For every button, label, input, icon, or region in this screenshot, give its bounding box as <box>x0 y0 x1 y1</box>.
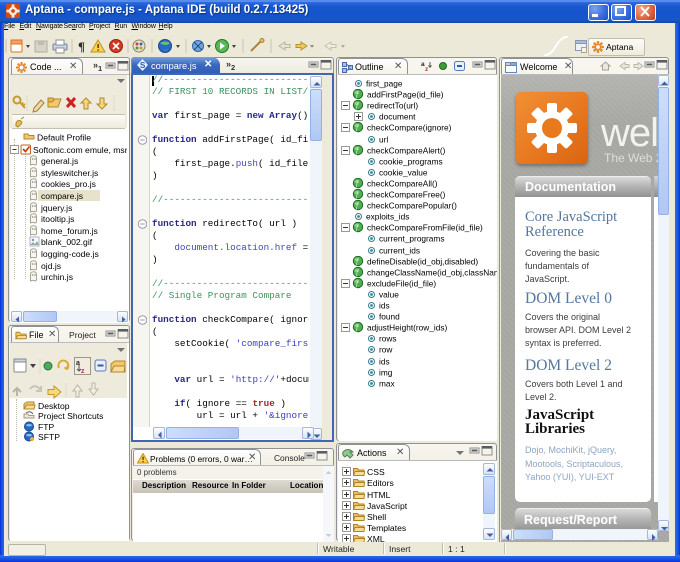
svg-text:urchin.js: urchin.js <box>41 272 73 282</box>
svg-text:Softonic.com emule, msn n: Softonic.com emule, msn n <box>33 145 127 155</box>
svg-text:checkCompareFree(): checkCompareFree() <box>367 190 446 200</box>
svg-text:JavaScript: JavaScript <box>367 501 408 511</box>
svg-text:checkCompare(ignore): checkCompare(ignore) <box>367 123 452 133</box>
svg-text:home_forum.js: home_forum.js <box>41 226 98 236</box>
svg-text:SFTP: SFTP <box>38 432 60 442</box>
svg-text:value: value <box>379 289 399 299</box>
svg-text:Shell: Shell <box>367 512 386 522</box>
svg-text:checkCompareAll(): checkCompareAll() <box>367 178 438 188</box>
svg-text:checkCompareAlert(): checkCompareAlert() <box>367 145 446 155</box>
svg-text:z: z <box>425 66 429 72</box>
svg-text:itooltip.js: itooltip.js <box>41 214 74 224</box>
svg-text:checkComparePopular(): checkComparePopular() <box>367 201 457 211</box>
svg-text:document: document <box>379 112 416 122</box>
svg-text:cookie_value: cookie_value <box>379 167 428 177</box>
svg-text:Default Profile: Default Profile <box>37 133 91 143</box>
svg-text:max: max <box>379 378 396 388</box>
svg-text:logging-code.js: logging-code.js <box>41 249 99 259</box>
svg-text:found: found <box>379 312 400 322</box>
svg-text:redirectTo(url): redirectTo(url) <box>367 101 418 111</box>
svg-text:excludeFile(id_file): excludeFile(id_file) <box>367 278 436 288</box>
svg-text:compare.js: compare.js <box>41 191 83 201</box>
svg-text:current_programs: current_programs <box>379 234 444 244</box>
svg-text:general.js: general.js <box>41 156 78 166</box>
svg-text:exploits_ids: exploits_ids <box>366 212 409 222</box>
svg-text:jquery.js: jquery.js <box>40 203 72 213</box>
svg-text:S: S <box>140 61 146 70</box>
svg-text:Editors: Editors <box>367 478 394 488</box>
svg-text:changeClassName(id_obj,classNa: changeClassName(id_obj,className) <box>367 267 497 277</box>
svg-text:ids: ids <box>379 356 390 366</box>
svg-text:HTML: HTML <box>367 490 391 500</box>
svg-text:url: url <box>379 134 388 144</box>
svg-text:ids: ids <box>379 301 390 311</box>
svg-text:ojd.js: ojd.js <box>41 261 61 271</box>
svg-text:img: img <box>379 367 393 377</box>
svg-text:defineDisable(id_obj,disabled): defineDisable(id_obj,disabled) <box>367 256 478 266</box>
svg-text:blank_002.gif: blank_002.gif <box>41 237 93 247</box>
svg-text:addFirstPage(id_file): addFirstPage(id_file) <box>367 90 444 100</box>
svg-text:CSS: CSS <box>367 467 385 477</box>
svg-text:rows: rows <box>379 334 397 344</box>
svg-text:adjustHeight(row_ids): adjustHeight(row_ids) <box>367 323 447 333</box>
svg-text:styleswitcher.js: styleswitcher.js <box>41 168 98 178</box>
svg-text:first_page: first_page <box>366 79 403 89</box>
svg-text:current_ids: current_ids <box>379 245 420 255</box>
svg-text:z: z <box>81 368 85 375</box>
svg-text:Templates: Templates <box>367 523 406 533</box>
svg-text:row: row <box>379 345 393 355</box>
svg-text:checkCompareFromFile(id_file): checkCompareFromFile(id_file) <box>367 223 483 233</box>
svg-text:cookies_pro.js: cookies_pro.js <box>41 179 96 189</box>
svg-text:cookie_programs: cookie_programs <box>379 156 443 166</box>
